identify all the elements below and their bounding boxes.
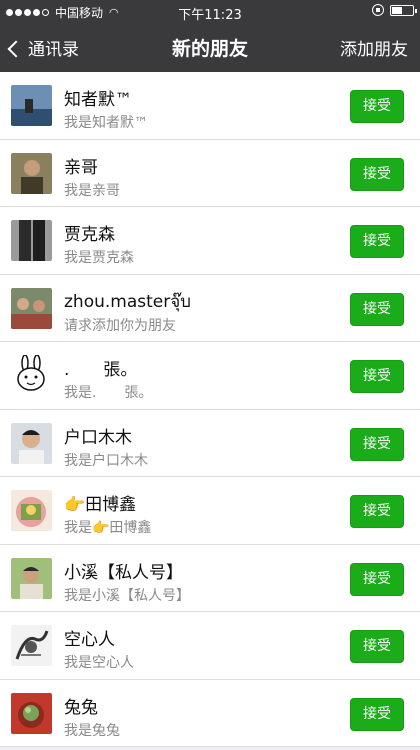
list-item[interactable]: . 張。 我是. 張。 接受 <box>0 342 420 410</box>
list-item[interactable]: 知者默™ 我是知者默™ 接受 <box>0 72 420 140</box>
accept-button[interactable]: 接受 <box>350 225 404 258</box>
accept-button[interactable]: 接受 <box>350 157 404 191</box>
accept-button[interactable]: 接受 <box>350 562 404 596</box>
avatar <box>11 422 52 464</box>
list-item[interactable]: zhou.masterจุ๊บ 请求添加你为朋友 接受 <box>0 274 420 342</box>
contact-name: zhou.masterจุ๊บ <box>64 291 191 312</box>
accept-button[interactable]: 接受 <box>350 630 404 663</box>
add-friend-button[interactable]: 添加朋友 <box>340 35 408 60</box>
contact-name: 贾克森 <box>64 225 115 245</box>
avatar <box>11 692 52 734</box>
friend-request-list: 知者默™ 我是知者默™ 接受 亲哥 我是亲哥 接受 贾克森 我是贾克森 接受 z… <box>0 72 420 747</box>
list-item[interactable]: 👉田博鑫 我是👉田博鑫 接受 <box>0 477 420 545</box>
request-message: 请求添加你为朋友 <box>64 317 176 334</box>
request-message: 我是👉田博鑫 <box>64 520 152 536</box>
avatar <box>11 287 52 329</box>
battery-icon <box>390 4 417 16</box>
request-message: 我是亲哥 <box>64 182 120 199</box>
contact-name: . 張。 <box>64 360 138 380</box>
avatar <box>11 557 52 599</box>
contact-name: 空心人 <box>64 630 115 650</box>
request-message: 我是贾克森 <box>64 250 134 266</box>
nav-bar: 通讯录 新的朋友 添加朋友 <box>0 22 420 72</box>
accept-button[interactable]: 接受 <box>350 360 404 393</box>
contact-name: 兔兔 <box>64 697 98 718</box>
clock: 下午11:23 <box>178 8 242 23</box>
contact-name: 户口木木 <box>64 427 132 448</box>
request-message: 我是兔兔 <box>64 722 120 739</box>
contact-name: 亲哥 <box>64 157 98 178</box>
list-item[interactable]: 小溪【私人号】 我是小溪【私人号】 接受 <box>0 544 420 612</box>
accept-button[interactable]: 接受 <box>350 495 404 528</box>
accept-button[interactable]: 接受 <box>350 292 404 326</box>
request-message: 我是. 張。 <box>64 385 153 401</box>
accept-button[interactable]: 接受 <box>350 90 404 123</box>
avatar <box>11 85 52 126</box>
contact-name: 👉田博鑫 <box>64 495 137 515</box>
status-right <box>372 4 417 16</box>
accept-button[interactable]: 接受 <box>350 697 404 731</box>
avatar <box>11 220 52 261</box>
avatar <box>11 490 52 531</box>
avatar <box>11 152 52 194</box>
contact-name: 知者默™ <box>64 90 132 110</box>
request-message: 我是空心人 <box>64 655 134 671</box>
contact-name: 小溪【私人号】 <box>64 562 183 583</box>
request-message: 我是知者默™ <box>64 115 148 131</box>
list-item[interactable]: 亲哥 我是亲哥 接受 <box>0 139 420 207</box>
request-message: 我是小溪【私人号】 <box>64 587 190 604</box>
status-bar: 中国移动 ◠ 下午11:23 <box>0 0 420 23</box>
orientation-lock-icon <box>372 4 384 16</box>
list-item[interactable]: 贾克森 我是贾克森 接受 <box>0 207 420 275</box>
request-message: 我是户口木木 <box>64 452 148 469</box>
avatar <box>11 355 52 396</box>
list-item[interactable]: 兔兔 我是兔兔 接受 <box>0 679 420 747</box>
list-item[interactable]: 空心人 我是空心人 接受 <box>0 612 420 680</box>
list-item[interactable]: 户口木木 我是户口木木 接受 <box>0 409 420 477</box>
avatar <box>11 625 52 666</box>
accept-button[interactable]: 接受 <box>350 427 404 461</box>
